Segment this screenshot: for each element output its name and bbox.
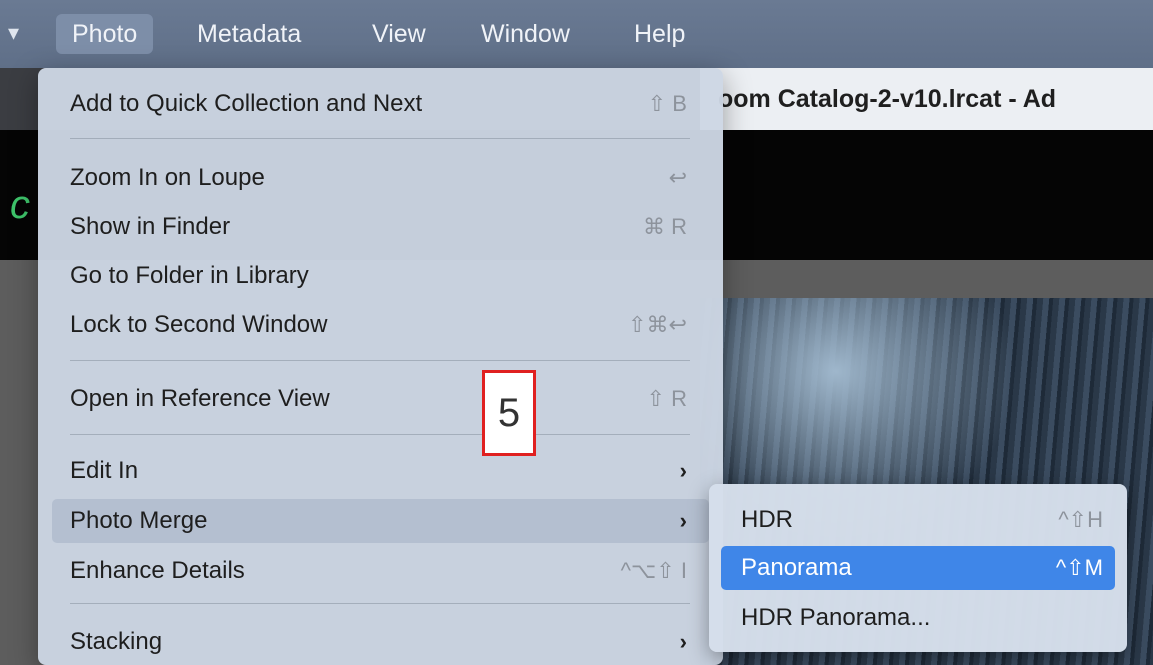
menu-item-shortcut: ⇧ B [647, 91, 687, 116]
submenu-item-shortcut: ^⇧M [1055, 555, 1103, 580]
submenu-item-label: HDR Panorama... [741, 604, 931, 631]
menu-item-show-in-finder[interactable]: Show in Finder ⌘ R [38, 205, 723, 249]
menu-item-label: Open in Reference View [70, 385, 330, 412]
menu-item-label: Lock to Second Window [70, 311, 328, 338]
menu-separator [70, 603, 690, 604]
photo-merge-submenu: HDR ^⇧H Panorama ^⇧M HDR Panorama... [709, 484, 1127, 652]
submenu-item-panorama[interactable]: Panorama ^⇧M [721, 546, 1115, 590]
menu-bar: ▾ Photo Metadata View Window Help [0, 0, 1153, 68]
photo-menu-dropdown: Add to Quick Collection and Next ⇧ B Zoo… [38, 68, 723, 665]
submenu-item-shortcut: ^⇧H [1058, 507, 1103, 532]
menu-item-shortcut: ⇧ R [646, 386, 687, 411]
menu-item-label: Photo Merge [70, 507, 208, 534]
menu-item-label: Add to Quick Collection and Next [70, 90, 423, 117]
menu-item-stacking[interactable]: Stacking › [38, 620, 723, 664]
menu-item-go-to-folder[interactable]: Go to Folder in Library [38, 254, 723, 298]
menu-item-label: Go to Folder in Library [70, 262, 309, 289]
menu-item-edit-in[interactable]: Edit In › [38, 449, 723, 493]
menu-item-enhance-details[interactable]: Enhance Details ^⌥⇧ I [38, 549, 723, 593]
menu-item-zoom-in-loupe[interactable]: Zoom In on Loupe ↩ [38, 156, 723, 200]
chevron-right-icon: › [679, 458, 687, 483]
menu-view[interactable]: View [372, 20, 426, 48]
app-logo-fragment: c [10, 183, 30, 227]
submenu-item-label: Panorama [741, 554, 852, 581]
menu-separator [70, 138, 690, 139]
menu-item-shortcut: ⇧⌘↩ [628, 312, 687, 337]
menu-item-add-to-quick-collection[interactable]: Add to Quick Collection and Next ⇧ B [38, 82, 723, 126]
menu-window[interactable]: Window [481, 20, 570, 48]
chevron-down-icon: ▾ [8, 20, 20, 45]
return-icon: ↩ [668, 165, 687, 190]
menu-help[interactable]: Help [634, 20, 685, 48]
submenu-item-hdr-panorama[interactable]: HDR Panorama... [721, 596, 1115, 640]
menu-item-label: Edit In [70, 457, 139, 484]
step-number-badge: 5 [482, 370, 536, 456]
submenu-item-label: HDR [741, 506, 793, 533]
menu-item-shortcut: ⌘ R [643, 214, 687, 239]
chevron-right-icon: › [679, 629, 687, 654]
menu-item-label: Stacking [70, 628, 163, 655]
chevron-right-icon: › [679, 508, 687, 533]
menu-separator [70, 434, 690, 435]
menu-separator [70, 360, 690, 361]
menu-item-shortcut: ^⌥⇧ I [620, 558, 687, 583]
menu-item-label: Zoom In on Loupe [70, 164, 265, 191]
menu-item-label: Enhance Details [70, 557, 245, 584]
menu-item-lock-second-window[interactable]: Lock to Second Window ⇧⌘↩ [38, 303, 723, 347]
menu-item-open-reference-view[interactable]: Open in Reference View ⇧ R [38, 377, 723, 421]
submenu-item-hdr[interactable]: HDR ^⇧H [721, 498, 1115, 542]
menu-metadata[interactable]: Metadata [197, 20, 301, 48]
menu-item-photo-merge[interactable]: Photo Merge › [52, 499, 709, 543]
window-title: oom Catalog-2-v10.lrcat - Ad [700, 68, 1153, 130]
menu-photo[interactable]: Photo [56, 14, 154, 54]
menu-item-label: Show in Finder [70, 213, 231, 240]
